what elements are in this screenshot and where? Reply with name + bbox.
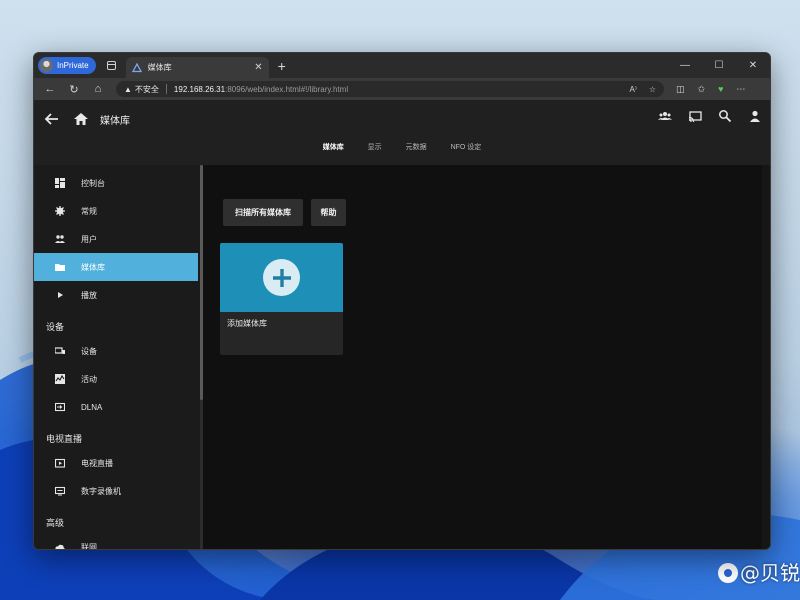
sidebar-item-dvr[interactable]: 数字录像机 (34, 477, 198, 505)
tab-title: 媒体库 (147, 63, 172, 72)
inprivate-label: InPrivate (57, 61, 89, 70)
activity-icon (55, 374, 65, 384)
add-library-label: 添加媒体库 (227, 319, 267, 328)
window-controls: — ☐ ✕ (668, 60, 770, 71)
sidebar-item-label: DLNA (81, 402, 103, 412)
plus-icon (263, 259, 300, 296)
sidebar-item-label: 电视直播 (81, 458, 113, 468)
folder-icon (55, 264, 65, 271)
sidebar-item-network[interactable]: 联网 (34, 533, 198, 550)
new-tab-button[interactable]: + (278, 59, 286, 73)
cloud-icon (55, 544, 65, 549)
sidebar-item-label: 播放 (81, 290, 97, 300)
section-header-devices: 设备 (46, 322, 65, 332)
sidebar-item-label: 联网 (81, 542, 97, 550)
sidebar-item-library[interactable]: 媒体库 (34, 253, 198, 281)
users-icon[interactable] (658, 109, 672, 123)
tab-metadata[interactable]: 元数据 (406, 144, 427, 151)
security-warning[interactable]: 不安全 (135, 84, 159, 95)
dlna-icon (55, 402, 65, 412)
user-icon[interactable] (748, 109, 762, 123)
sidebar-item-users[interactable]: 用户 (34, 225, 198, 253)
settings-subtabs: 媒体库 显示 元数据 NFO 设定 (34, 142, 770, 152)
content-scrollbar[interactable] (762, 165, 770, 549)
emby-app: 媒体库 媒体库 显示 元数据 NFO 设定 控制台 常规 用户 媒体库 播放 设… (34, 100, 770, 550)
sidebar-item-label: 活动 (81, 374, 97, 384)
play-icon (58, 292, 63, 298)
favorite-icon[interactable]: ☆ (649, 85, 656, 94)
warning-icon: ▲ (124, 84, 132, 94)
tab-close-icon[interactable]: ✕ (254, 62, 262, 73)
cast-icon[interactable] (688, 109, 702, 123)
dashboard-icon (55, 178, 65, 188)
sidebar-item-live-tv[interactable]: 电视直播 (34, 449, 198, 477)
url-host: 192.168.26.31 (173, 84, 226, 94)
main-content: 扫描所有媒体库 帮助 添加媒体库 (203, 165, 770, 549)
browser-tab[interactable]: 媒体库 ✕ (125, 57, 269, 78)
watermark-text: @贝锐 (740, 561, 800, 585)
sidebar-item-label: 设备 (81, 346, 97, 356)
inprivate-badge[interactable]: InPrivate (38, 57, 96, 74)
tab-actions-icon[interactable] (106, 61, 116, 70)
search-icon[interactable] (718, 109, 732, 123)
sidebar-item-label: 媒体库 (81, 262, 105, 272)
add-library-card[interactable]: 添加媒体库 (220, 243, 343, 355)
paw-icon (718, 563, 738, 583)
refresh-icon[interactable]: ↻ (62, 83, 86, 96)
home-icon[interactable]: ⌂ (86, 83, 110, 95)
browser-window: InPrivate 媒体库 ✕ + — ☐ ✕ ← ↻ ⌂ ▲ 不安全 192.… (33, 52, 771, 550)
back-arrow-icon[interactable] (43, 110, 61, 128)
sidebar-item-dlna[interactable]: DLNA (34, 393, 198, 421)
tab-library[interactable]: 媒体库 (323, 144, 344, 151)
address-toolbar: ← ↻ ⌂ ▲ 不安全 192.168.26.31 :8096/web/inde… (34, 78, 770, 100)
sidebar-item-playback[interactable]: 播放 (34, 281, 198, 309)
sidebar-item-dashboard[interactable]: 控制台 (34, 169, 198, 197)
more-icon[interactable]: ⋯ (736, 84, 745, 95)
url-path: :8096/web/index.html#!/library.html (225, 84, 349, 94)
favorites-icon[interactable]: ✩ (698, 84, 706, 95)
sidebar-item-activity[interactable]: 活动 (34, 365, 198, 393)
live-tv-icon (55, 458, 65, 468)
section-header-livetv: 电视直播 (46, 434, 83, 444)
sidebar: 控制台 常规 用户 媒体库 播放 设备 设备 活动 DLNA 电视直播 电视直播… (34, 165, 200, 550)
tab-display[interactable]: 显示 (368, 144, 382, 151)
address-bar[interactable]: ▲ 不安全 192.168.26.31 :8096/web/index.html… (116, 81, 664, 97)
maximize-button[interactable]: ☐ (702, 60, 736, 71)
page-title: 媒体库 (100, 116, 130, 127)
close-window-button[interactable]: ✕ (736, 60, 770, 71)
gear-icon (55, 206, 65, 216)
help-button[interactable]: 帮助 (311, 199, 346, 226)
tab-nfo-settings[interactable]: NFO 设定 (451, 144, 482, 151)
split-screen-icon[interactable]: ◫ (676, 84, 685, 95)
read-aloud-icon[interactable]: A⁾ (630, 85, 637, 94)
section-header-advanced: 高级 (46, 518, 65, 528)
minimize-button[interactable]: — (668, 60, 702, 71)
app-header: 媒体库 媒体库 显示 元数据 NFO 设定 (34, 100, 770, 165)
watermark: @贝锐 (718, 557, 800, 586)
scan-all-libraries-button[interactable]: 扫描所有媒体库 (223, 199, 303, 226)
sidebar-item-label: 控制台 (81, 178, 105, 188)
url-separator (165, 84, 167, 94)
emby-favicon-icon (131, 62, 142, 72)
people-icon (55, 235, 65, 243)
sidebar-item-label: 数字录像机 (81, 486, 121, 496)
browser-essentials-icon[interactable]: ♥ (718, 84, 723, 95)
add-library-card-image[interactable] (220, 243, 343, 312)
sidebar-item-label: 常规 (81, 206, 97, 216)
tab-strip: InPrivate 媒体库 ✕ + — ☐ ✕ (34, 53, 770, 78)
sidebar-item-devices[interactable]: 设备 (34, 337, 198, 365)
sidebar-item-general[interactable]: 常规 (34, 197, 198, 225)
dvr-icon (55, 486, 65, 496)
home-icon[interactable] (72, 110, 90, 128)
profile-icon (40, 59, 53, 72)
back-icon[interactable]: ← (38, 83, 62, 95)
sidebar-item-label: 用户 (81, 234, 97, 244)
devices-icon (55, 347, 65, 354)
